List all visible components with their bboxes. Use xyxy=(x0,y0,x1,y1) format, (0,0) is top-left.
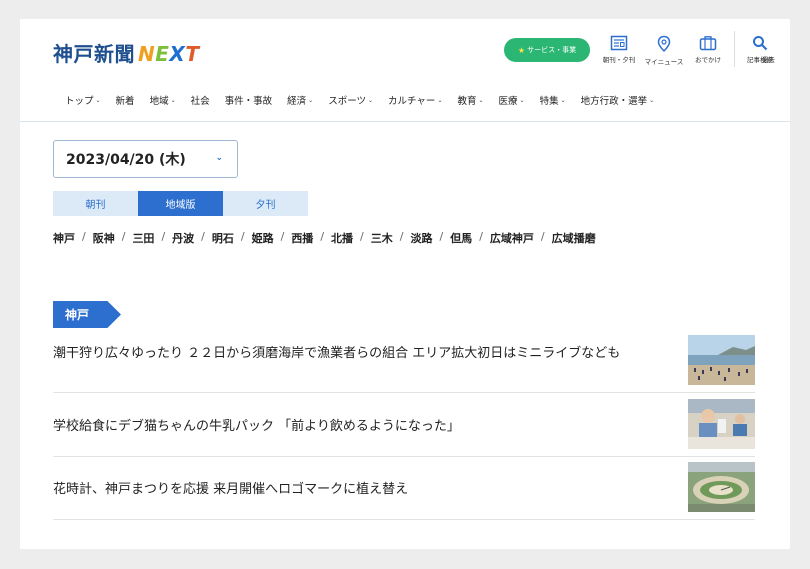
region-separator: / xyxy=(161,230,166,243)
region-link[interactable]: 神戸 xyxy=(53,230,75,246)
region-link[interactable]: 但馬 xyxy=(450,230,472,246)
page-card: 神戸新聞 NEXT ★ サービス・事業 朝刊・夕刊 マイニュース おでかけ 記事… xyxy=(20,19,790,549)
logo-text: 神戸新聞 xyxy=(53,42,135,66)
region-link[interactable]: 丹波 xyxy=(172,230,194,246)
beach-photo[interactable] xyxy=(688,335,755,385)
nav-item-features[interactable]: 特集 ⌄ xyxy=(540,93,566,107)
tab-regional[interactable]: 地域版 xyxy=(138,191,223,216)
region-separator: / xyxy=(201,230,205,243)
nav-divider xyxy=(20,121,790,122)
archive-icon xyxy=(762,35,778,51)
article-item[interactable]: 花時計、神戸まつりを応援 来月開催へロゴマークに植え替え xyxy=(53,462,755,520)
archive-label: 過去 xyxy=(762,56,775,64)
region-separator: / xyxy=(320,230,325,243)
region-link[interactable]: 広域神戸 xyxy=(490,230,534,246)
region-link[interactable]: 姫路 xyxy=(252,230,274,246)
region-separator: / xyxy=(240,230,245,243)
tab-morning[interactable]: 朝刊 xyxy=(53,191,138,216)
nav-item-incidents[interactable]: 事件・事故 xyxy=(225,93,273,107)
school-lunch-photo[interactable] xyxy=(688,399,755,449)
region-separator: / xyxy=(121,230,126,243)
date-select[interactable]: 2023/04/20 (木) ⌄ xyxy=(53,140,238,178)
edition-tabs: 朝刊 地域版 夕刊 xyxy=(53,191,308,216)
outing-label: おでかけ xyxy=(695,56,721,64)
region-separator: / xyxy=(280,230,285,243)
region-links: 神戸 / 阪神 / 三田 / 丹波 / 明石 / 姫路 / 西播 / 北播 / 三木 / 淡路 / … xyxy=(53,230,596,246)
nav-item-local-gov[interactable]: 地方行政・選挙 ⌄ xyxy=(581,93,655,107)
nav-item-top[interactable]: トップ ⌄ xyxy=(65,93,101,107)
region-link[interactable]: 西播 xyxy=(291,230,313,246)
date-value: 2023/04/20 (木) xyxy=(66,152,186,168)
service-button-label: サービス・事業 xyxy=(527,46,577,54)
region-link[interactable]: 明石 xyxy=(212,230,234,246)
article-title[interactable]: 潮干狩り広々ゆったり ２２日から須磨海岸で漁業者らの組合 エリア拡大初日はミニラ… xyxy=(53,344,669,363)
archive-button[interactable]: 過去 xyxy=(762,35,790,64)
section-label: 神戸 xyxy=(53,301,121,328)
flower-clock-photo[interactable] xyxy=(688,462,755,512)
outing-button[interactable]: おでかけ xyxy=(683,35,733,64)
region-link[interactable]: 三田 xyxy=(132,230,154,246)
newspaper-label: 朝刊・夕刊 xyxy=(602,56,636,64)
article-item[interactable]: 潮干狩り広々ゆったり ２２日から須磨海岸で漁業者らの組合 エリア拡大初日はミニラ… xyxy=(53,335,755,393)
nav-item-education[interactable]: 教育 ⌄ xyxy=(457,93,483,107)
region-separator: / xyxy=(479,230,483,243)
nav-item-sports[interactable]: スポーツ ⌄ xyxy=(328,93,373,107)
nav-item-economy[interactable]: 経済 ⌄ xyxy=(287,93,313,107)
region-link[interactable]: 広域播磨 xyxy=(552,230,596,246)
region-link[interactable]: 三木 xyxy=(371,230,393,246)
chevron-down-icon: ⌄ xyxy=(308,96,314,104)
region-separator: / xyxy=(360,230,364,243)
newspaper-button[interactable]: 朝刊・夕刊 xyxy=(594,35,644,64)
region-link[interactable]: 北播 xyxy=(331,230,353,246)
region-separator: / xyxy=(82,230,86,243)
chevron-down-icon: ⌄ xyxy=(368,96,374,104)
region-separator: / xyxy=(399,230,404,243)
tab-evening[interactable]: 夕刊 xyxy=(223,191,308,216)
chevron-down-icon: ⌄ xyxy=(560,96,566,104)
nav-item-culture[interactable]: カルチャー ⌄ xyxy=(388,93,442,107)
chevron-down-icon: ⌄ xyxy=(215,153,223,163)
region-separator: / xyxy=(540,230,545,243)
nav-item-medical[interactable]: 医療 ⌄ xyxy=(499,93,525,107)
suitcase-icon xyxy=(699,36,717,51)
chevron-down-icon: ⌄ xyxy=(478,96,484,104)
article-title[interactable]: 学校給食にデブ猫ちゃんの牛乳パック 「前より飲めるようになった」 xyxy=(53,417,669,436)
logo-next: NEXT xyxy=(138,42,200,66)
newspaper-icon xyxy=(610,35,628,51)
chevron-down-icon: ⌄ xyxy=(649,96,655,104)
location-pin-icon xyxy=(657,35,671,53)
star-icon: ★ xyxy=(517,45,526,55)
region-link[interactable]: 淡路 xyxy=(410,230,432,246)
main-nav: トップ ⌄ 新着 地域 ⌄ 社会 事件・事故 経済 ⌄ スポーツ ⌄ カルチャー ⌄ 教育… xyxy=(65,93,669,107)
mynews-button[interactable]: マイニュース xyxy=(639,35,689,66)
nav-item-society[interactable]: 社会 xyxy=(191,93,210,107)
service-button[interactable]: ★ サービス・事業 xyxy=(504,38,590,62)
region-link[interactable]: 阪神 xyxy=(93,230,115,246)
chevron-down-icon: ⌄ xyxy=(437,96,443,104)
chevron-down-icon: ⌄ xyxy=(519,96,525,104)
article-item[interactable]: 学校給食にデブ猫ちゃんの牛乳パック 「前より飲めるようになった」 xyxy=(53,399,755,457)
mynews-label: マイニュース xyxy=(644,58,684,66)
nav-item-region[interactable]: 地域 ⌄ xyxy=(150,93,176,107)
region-separator: / xyxy=(439,230,444,243)
article-title[interactable]: 花時計、神戸まつりを応援 来月開催へロゴマークに植え替え xyxy=(53,480,669,499)
chevron-down-icon: ⌄ xyxy=(170,96,176,104)
site-logo[interactable]: 神戸新聞 NEXT xyxy=(53,38,200,67)
chevron-down-icon: ⌄ xyxy=(95,96,101,104)
nav-item-new[interactable]: 新着 xyxy=(116,93,135,107)
